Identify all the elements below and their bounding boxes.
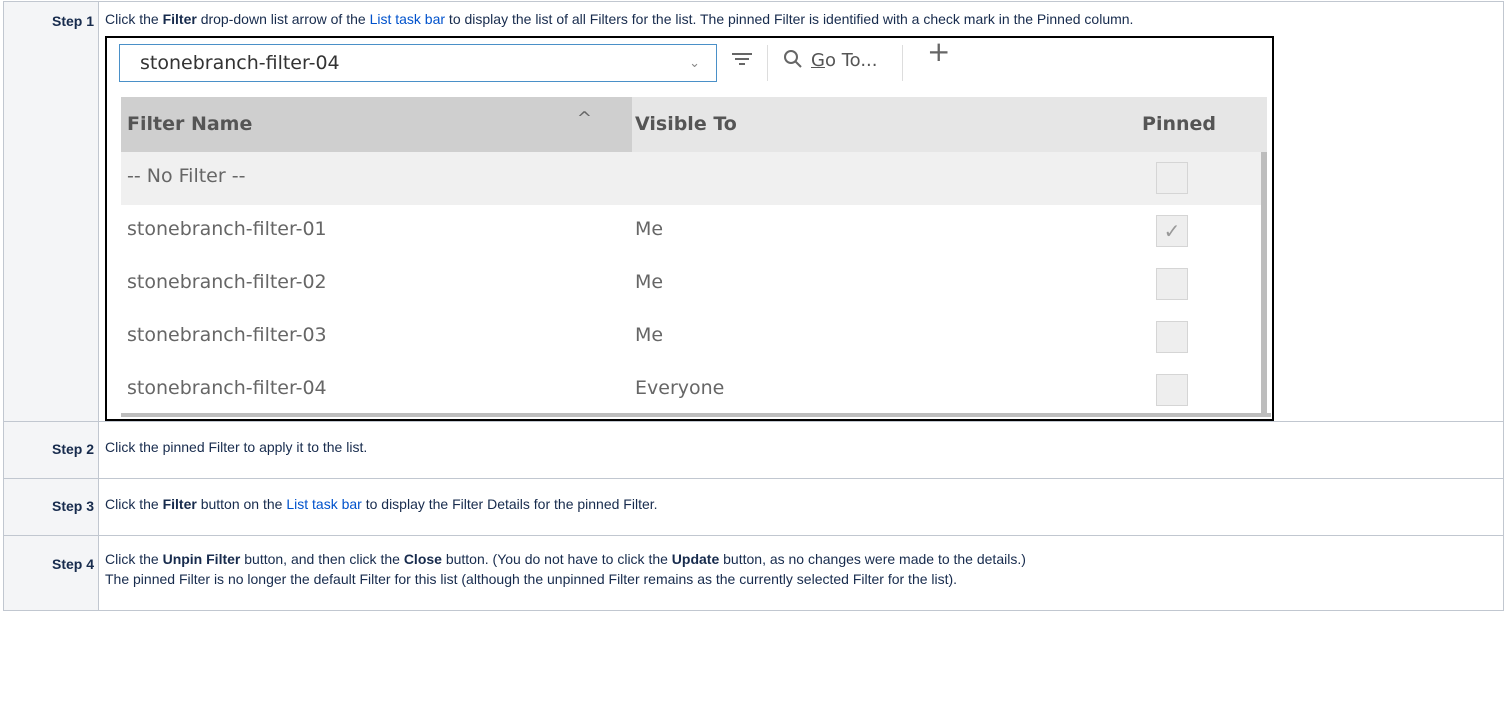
filter-name: stonebranch-filter-01 xyxy=(127,218,327,240)
filter-list: Filter Name ^ Visible To Pinned -- No Fil… xyxy=(121,97,1267,415)
divider xyxy=(767,45,768,81)
text: button, and then click the xyxy=(240,551,404,567)
text: button, as no changes were made to the d… xyxy=(719,551,1026,567)
text: button. (You do not have to click the xyxy=(441,551,672,567)
step-content: Click the Filter drop-down list arrow of… xyxy=(98,1,1504,422)
step-text: Click the Filter drop-down list arrow of… xyxy=(105,9,1496,29)
list-task-bar-link[interactable]: List task bar xyxy=(286,496,361,512)
filter-name: -- No Filter -- xyxy=(127,165,246,187)
bold-term: Unpin Filter xyxy=(162,551,241,567)
step-text-line2: The pinned Filter is no longer the defau… xyxy=(105,571,958,587)
step-text: Click the Filter button on the List task… xyxy=(105,494,1496,514)
go-to-hotkey: G xyxy=(811,50,825,71)
visible-to: Me xyxy=(635,324,664,346)
divider xyxy=(902,45,903,81)
list-shadow xyxy=(121,413,1271,417)
sort-ascending-icon: ^ xyxy=(576,108,592,129)
pinned-checkbox-checked[interactable]: ✓ xyxy=(1156,215,1188,247)
filter-combo-value: stonebranch-filter-04 xyxy=(140,52,340,74)
bold-term: Filter xyxy=(162,11,197,27)
add-icon[interactable]: + xyxy=(927,38,950,66)
filter-list-header: Filter Name ^ Visible To Pinned xyxy=(121,97,1267,152)
list-task-bar: stonebranch-filter-04 ⌄ Go To... + xyxy=(107,38,1272,97)
step-text: Click the pinned Filter to apply it to t… xyxy=(105,439,368,455)
text: Click the xyxy=(105,496,163,512)
column-header-filter-name[interactable]: Filter Name ^ xyxy=(121,97,632,152)
filter-row[interactable]: stonebranch-filter-04 Everyone xyxy=(121,364,1267,417)
text: button on the xyxy=(196,496,287,512)
filter-row[interactable]: stonebranch-filter-01 Me ✓ xyxy=(121,205,1267,258)
step-label: Step 2 xyxy=(3,421,99,479)
visible-to: Me xyxy=(635,271,664,293)
bold-term: Filter xyxy=(162,496,197,512)
filter-name: stonebranch-filter-02 xyxy=(127,271,327,293)
step-label: Step 4 xyxy=(3,535,99,611)
go-to-button[interactable]: Go To... xyxy=(811,51,878,71)
list-task-bar-link[interactable]: List task bar xyxy=(370,11,445,27)
pinned-checkbox[interactable] xyxy=(1156,268,1188,300)
step-content: Click the Filter button on the List task… xyxy=(98,478,1504,536)
column-header-pinned[interactable]: Pinned xyxy=(1056,97,1216,152)
filter-name: stonebranch-filter-03 xyxy=(127,324,327,346)
visible-to: Me xyxy=(635,218,664,240)
header-filler xyxy=(1216,97,1267,152)
step-label: Step 1 xyxy=(3,1,99,422)
text: to display the Filter Details for the pi… xyxy=(361,496,658,512)
step-content: Click the Unpin Filter button, and then … xyxy=(98,535,1504,611)
filter-icon[interactable] xyxy=(729,46,755,76)
step-text: Click the Unpin Filter button, and then … xyxy=(105,549,1496,569)
filter-name: stonebranch-filter-04 xyxy=(127,377,327,399)
pinned-checkbox[interactable] xyxy=(1156,321,1188,353)
header-label: Filter Name xyxy=(127,113,253,135)
scrollbar[interactable] xyxy=(1261,152,1267,415)
search-icon[interactable] xyxy=(782,48,804,74)
bold-term: Close xyxy=(403,551,442,567)
filter-row[interactable]: stonebranch-filter-03 Me xyxy=(121,311,1267,364)
text: drop-down list arrow of the xyxy=(196,11,370,27)
text: to display the list of all Filters for t… xyxy=(445,11,1134,27)
bold-term: Update xyxy=(671,551,720,567)
steps-table: Step 1 Click the Filter drop-down list a… xyxy=(3,1,1504,611)
filter-row[interactable]: stonebranch-filter-02 Me xyxy=(121,258,1267,311)
filter-combo[interactable]: stonebranch-filter-04 ⌄ xyxy=(119,44,717,82)
pinned-checkbox[interactable] xyxy=(1156,162,1188,194)
chevron-down-icon[interactable]: ⌄ xyxy=(689,54,700,74)
go-to-label: o To... xyxy=(824,50,878,71)
filter-dropdown-screenshot: stonebranch-filter-04 ⌄ Go To... + Filte… xyxy=(105,36,1274,421)
text: Click the xyxy=(105,11,163,27)
text: Click the xyxy=(105,551,163,567)
filter-row[interactable]: -- No Filter -- xyxy=(121,152,1267,205)
pinned-checkbox[interactable] xyxy=(1156,374,1188,406)
step-content: Click the pinned Filter to apply it to t… xyxy=(98,421,1504,479)
step-label: Step 3 xyxy=(3,478,99,536)
visible-to: Everyone xyxy=(635,377,725,399)
